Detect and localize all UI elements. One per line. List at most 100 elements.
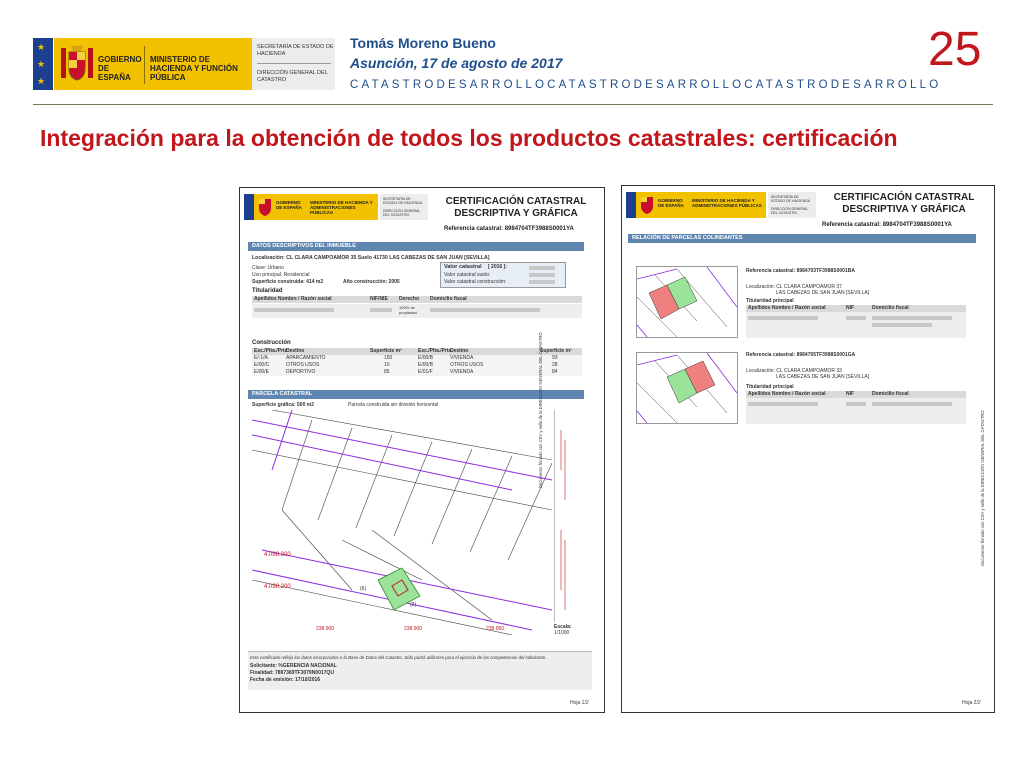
doc2-p1-loc2: LAS CABEZAS DE SAN JUAN [SEVILLA] xyxy=(776,290,870,296)
doc2-side-text: Documento firmado con CSV y sello de la … xyxy=(980,410,985,566)
doc1-secretaria: SECRETARÍA DE ESTADO DE HACIENDA xyxy=(383,197,423,205)
doc2-p1-ref: Referencia catastral: 8984703TF3988S0001… xyxy=(746,268,855,274)
doc1-valor-box: Valor catastral [ 2016 ]: Valor catastra… xyxy=(440,262,566,288)
doc1-tit-header: Apellidos Nombre / Razón social NIF/NIE … xyxy=(252,296,582,303)
header-rule xyxy=(33,104,993,105)
department-divider xyxy=(257,63,331,64)
doc1-cons-col5: Superficie m² xyxy=(540,348,572,354)
cell: 93 xyxy=(552,355,558,361)
doc1-valor-suelo: Valor catastral suelo: xyxy=(444,272,491,278)
doc1-bar-datos: DATOS DESCRIPTIVOS DEL INMUEBLE xyxy=(248,242,584,251)
doc2-p1-col0: Apellidos Nombre / Razón social xyxy=(748,305,826,311)
doc1-tit-col3: Domicilio fiscal xyxy=(430,296,467,302)
doc1-legend-lines xyxy=(560,430,566,610)
doc1-fecha: Fecha de emisión: 17/10/2016 xyxy=(250,677,321,683)
doc2-p1-dom-redacted xyxy=(872,316,952,320)
cell: APARCAMIENTO xyxy=(286,355,326,361)
cell: 84 xyxy=(552,369,558,375)
doc2-p1-name-redacted xyxy=(748,316,818,320)
doc1-hoja: Hoja 1/2 xyxy=(570,700,589,706)
author-name: Tomás Moreno Bueno xyxy=(350,35,496,51)
doc1-cons-col3: Esc./Plta./Prta. xyxy=(418,348,453,354)
doc2-secretaria: SECRETARÍA DE ESTADO DE HACIENDA xyxy=(771,195,811,203)
table-row: E/-1/A APARCAMIENTO 150 E/00/B VIVIENDA … xyxy=(252,355,582,362)
eu-flag-strip: ★ ★ ★ xyxy=(33,38,53,90)
doc1-valor-redacted xyxy=(529,266,555,270)
cell: E/00/C xyxy=(254,362,270,368)
header-ticker: CATASTRODESARROLLOCATASTRODESARROLLOCATA… xyxy=(350,79,942,91)
doc1-ministry-text: MINISTERIO DE HACIENDA Y ADMINISTRACIONE… xyxy=(310,200,373,215)
doc1-valor-const: Valor catastral construcción: xyxy=(444,279,507,285)
gov-name: GOBIERNO DE ESPAÑA xyxy=(98,55,142,82)
doc1-titularidad: Titularidad xyxy=(252,288,283,294)
department-block: SECRETARÍA DE ESTADO DE HACIENDA DIRECCI… xyxy=(252,38,335,90)
doc1-title: CERTIFICACIÓN CATASTRAL DESCRIPTIVA Y GR… xyxy=(432,196,600,220)
government-logo: GOBIERNO DE ESPAÑA MINISTERIO DE HACIEND… xyxy=(54,38,252,90)
cell: E/01/F xyxy=(418,369,433,375)
doc1-map-label-5: (6) xyxy=(360,586,366,592)
table-row: E/00/E DEPORTIVO 85 E/01/F VIVIENDA 84 xyxy=(252,369,582,376)
doc1-clase: Clase: Urbano xyxy=(252,265,284,271)
cell: E/00/B xyxy=(418,362,434,368)
doc2-ref: Referencia catastral: 8984704TF3988S0001… xyxy=(822,222,952,228)
doc1-direccion: DIRECCIÓN GENERAL DEL CATASTRO xyxy=(383,209,421,217)
doc1-footer-box: Este certificado refleja los datos incor… xyxy=(248,651,592,690)
coat-of-arms-icon xyxy=(61,46,93,81)
doc1-solicitante: Solicitante: %GERENCIA NACIONAL xyxy=(250,663,337,669)
doc1-map-label-4: 238.950 xyxy=(486,626,504,632)
doc2-flag xyxy=(626,192,636,218)
doc1-superficie: Superficie construida: 414 m2 xyxy=(252,279,324,285)
doc1-cons-col1: Destino xyxy=(286,348,305,354)
cell: E/00/E xyxy=(254,369,270,375)
doc1-tit-derecho: 100% de propiedad xyxy=(399,305,417,315)
doc1-coat-icon xyxy=(259,199,271,216)
doc2-p2-name-redacted xyxy=(748,402,818,406)
cell: OTROS USOS xyxy=(450,362,484,368)
doc2-p2-trow xyxy=(746,398,966,424)
doc1-uso: Uso principal: Residencial xyxy=(252,272,310,278)
doc1-tit-col2: Derecho xyxy=(399,296,420,302)
doc1-construccion: Construcción xyxy=(252,340,291,346)
doc2-coat-icon xyxy=(641,197,653,214)
cell: 28 xyxy=(552,362,558,368)
doc1-const-redacted xyxy=(529,280,555,284)
doc1-title-line1: CERTIFICACIÓN CATASTRAL xyxy=(445,196,587,207)
direccion-text: DIRECCIÓN GENERAL DEL CATASTRO xyxy=(257,70,328,83)
doc1-tit-dom-redacted xyxy=(430,308,540,312)
doc1-map-label-6: (2) xyxy=(410,602,416,608)
doc1-ref: Referencia catastral: 8984704TF3988S0001… xyxy=(444,226,574,232)
doc1-cons-col2: Superficie m² xyxy=(370,348,402,354)
doc1-escala-value: 1/1000 xyxy=(554,630,570,636)
doc2-gov-text: GOBIERNO DE ESPAÑA xyxy=(658,198,684,208)
doc2-dept: SECRETARÍA DE ESTADO DE HACIENDA DIRECCI… xyxy=(768,192,816,218)
doc1-sup-grafica: Superficie gráfica: 500 m2 xyxy=(252,402,314,408)
slide-number: 25 xyxy=(928,23,982,76)
doc2-p2-nif-redacted xyxy=(846,402,866,406)
doc1-anio: Año construcción: 2005 xyxy=(343,279,400,285)
doc2-p1-tit: Titularidad principal xyxy=(746,298,794,304)
doc1-gov-logo: GOBIERNO DE ESPAÑA MINISTERIO DE HACIEND… xyxy=(254,194,378,220)
doc1-localizacion: Localización: CL CLARA CAMPOAMOR 35 Suel… xyxy=(252,255,490,261)
doc2-p1-trow xyxy=(746,312,966,338)
doc1-finalidad: Finalidad: 7897369TF3079N0017QU xyxy=(250,670,334,676)
cell: VIVIENDA xyxy=(450,369,474,375)
doc2-p2-ref: Referencia catastral: 8984705TF3988S0001… xyxy=(746,352,856,358)
doc2-p1-nif-redacted xyxy=(846,316,866,320)
doc1-tit-col0: Apellidos Nombre / Razón social xyxy=(254,296,332,302)
doc1-map-label-1: 4.098.200 xyxy=(264,584,291,590)
cell: 150 xyxy=(384,355,393,361)
doc1-dept: SECRETARÍA DE ESTADO DE HACIENDA DIRECCI… xyxy=(380,194,428,220)
certificate-page-1: GOBIERNO DE ESPAÑA MINISTERIO DE HACIEND… xyxy=(239,187,605,713)
doc2-hoja: Hoja 2/2 xyxy=(962,700,981,706)
doc1-cons-col4: Destino xyxy=(450,348,469,354)
cell: DEPORTIVO xyxy=(286,369,316,375)
doc1-flag xyxy=(244,194,254,220)
doc1-tit-name-redacted xyxy=(254,308,334,312)
doc1-cons-rows: E/-1/A APARCAMIENTO 150 E/00/B VIVIENDA … xyxy=(252,355,582,376)
doc2-p1-dom2-redacted xyxy=(872,323,932,327)
doc2-direccion: DIRECCIÓN GENERAL DEL CATASTRO xyxy=(771,207,809,215)
doc2-p2-loc2: LAS CABEZAS DE SAN JUAN [SEVILLA] xyxy=(776,374,870,380)
doc2-parcel-map-2 xyxy=(636,352,738,424)
doc2-parcel-map-1 xyxy=(636,266,738,338)
doc1-title-line2: DESCRIPTIVA Y GRÁFICA xyxy=(454,208,578,219)
